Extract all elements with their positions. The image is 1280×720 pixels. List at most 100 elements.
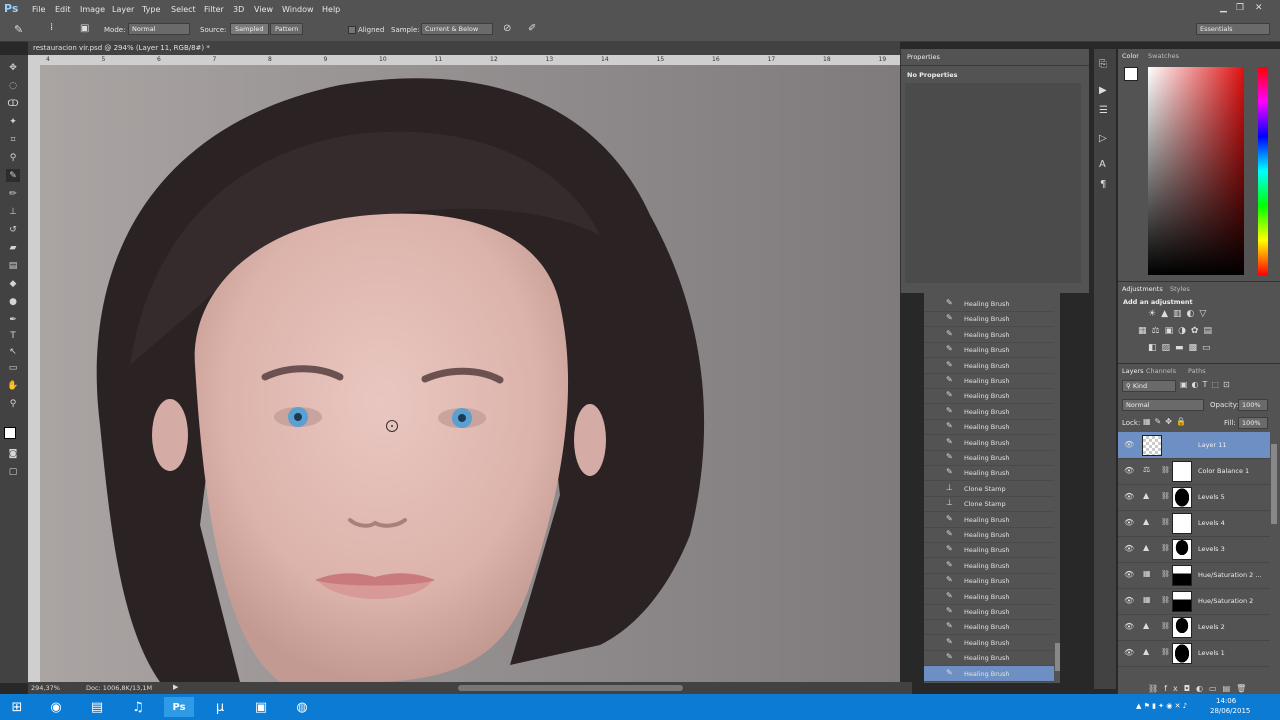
utorrent-icon[interactable]: µ [205, 697, 235, 717]
hue-slider[interactable] [1258, 67, 1268, 275]
history-item[interactable]: ⊥ Clone Stamp [924, 496, 1054, 513]
layer-thumbnail[interactable] [1172, 617, 1192, 638]
layer-thumbnail[interactable] [1172, 513, 1192, 534]
layer-row[interactable]: 👁 ⚖ ⛓ Color Balance 1 [1118, 458, 1270, 485]
layer-thumbnail[interactable] [1172, 461, 1192, 482]
adjustments-tab[interactable]: Adjustments [1122, 285, 1163, 293]
history-item[interactable]: ✎ Healing Brush [924, 558, 1054, 574]
visibility-eye-icon[interactable]: 👁 [1124, 596, 1134, 605]
character-panel-icon[interactable]: A [1099, 159, 1106, 170]
history-item[interactable]: ✎ Healing Brush [924, 589, 1054, 605]
lock-icons[interactable]: ▦✎✥🔒 [1143, 417, 1190, 426]
gradient-tool-icon[interactable]: ▤ [6, 259, 20, 272]
play-icon[interactable]: ▷ [1099, 133, 1107, 144]
fg-color-swatch[interactable] [1124, 67, 1138, 81]
network-drive-icon[interactable]: ▣ [246, 697, 276, 717]
layers-footer-icons[interactable]: ⛓fx◘◐▭▤🗑 [1148, 684, 1252, 693]
history-item[interactable]: ✎ Healing Brush [924, 296, 1054, 312]
history-brush-tool-icon[interactable]: ↺ [6, 223, 20, 236]
healing-brush-icon[interactable]: ✎ [14, 23, 23, 36]
history-item[interactable]: ✎ Healing Brush [924, 465, 1054, 482]
history-item[interactable]: ✎ Healing Brush [924, 604, 1054, 620]
history-item[interactable]: ✎ Healing Brush [924, 419, 1054, 436]
layer-row[interactable]: 👁 ▲ ⛓ Levels 4 [1118, 510, 1270, 537]
visibility-eye-icon[interactable]: 👁 [1124, 440, 1134, 449]
menu-filter[interactable]: Filter [204, 5, 224, 14]
layer-row[interactable]: 👁 ▲ ⛓ Levels 5 [1118, 484, 1270, 511]
screen-mode-icon[interactable]: ▢ [6, 465, 20, 478]
document-canvas[interactable] [40, 65, 900, 682]
document-tab[interactable]: restauracion vir.psd @ 294% (Layer 11, R… [28, 41, 900, 55]
photoshop-icon[interactable]: Ps [164, 697, 194, 717]
history-item[interactable]: ✎ Healing Brush [924, 635, 1054, 651]
history-item[interactable]: ✎ Healing Brush [924, 527, 1054, 543]
source-sampled-button[interactable]: Sampled [230, 23, 269, 35]
layer-thumbnail[interactable] [1172, 487, 1192, 508]
layer-filter-kind[interactable]: ⚲ Kind [1122, 380, 1176, 392]
history-item[interactable]: ⊥ Clone Stamp [924, 481, 1054, 497]
adjustment-icons-row1[interactable]: ☀▲▥◐▽ [1148, 309, 1211, 319]
mask-link-icon[interactable]: ⛓ [1161, 622, 1170, 630]
mask-link-icon[interactable]: ⛓ [1161, 570, 1170, 578]
lasso-tool-icon[interactable]: ↀ [6, 97, 20, 110]
menu-window[interactable]: Window [282, 5, 314, 14]
zoom-tool-icon[interactable]: ⚲ [6, 397, 20, 410]
pressure-icon[interactable]: ✐ [528, 23, 536, 34]
pen-tool-icon[interactable]: ✒ [6, 313, 20, 326]
menu-file[interactable]: File [32, 5, 45, 14]
properties-tab[interactable]: Properties [907, 53, 940, 61]
menu-layer[interactable]: Layer [112, 5, 134, 14]
menu-type[interactable]: Type [142, 5, 160, 14]
menu-edit[interactable]: Edit [55, 5, 71, 14]
aligned-checkbox[interactable] [348, 26, 356, 34]
adjustment-icons-row2[interactable]: ▦⚖▣◑✿▤ [1138, 326, 1217, 336]
layer-row[interactable]: 👁 ▦ ⛓ Hue/Saturation 2 ... [1118, 562, 1270, 589]
healing-brush-tool-icon[interactable]: ✎ [6, 169, 20, 182]
opacity-input[interactable]: 100% [1238, 399, 1268, 411]
mask-link-icon[interactable]: ⛓ [1161, 596, 1170, 604]
layer-thumbnail[interactable] [1172, 591, 1192, 612]
tray-icons[interactable]: ▲ ⚑ ▮ ✦ ◉ ✕ ♪ [1136, 702, 1187, 710]
close-icon[interactable]: ✕ [1255, 3, 1263, 13]
move-tool-icon[interactable]: ✥ [6, 61, 20, 74]
chrome-icon[interactable]: ◉ [41, 697, 71, 717]
minimize-icon[interactable]: ▁ [1220, 3, 1227, 13]
history-item[interactable]: ✎ Healing Brush [924, 358, 1054, 374]
status-menu-icon[interactable]: ▶ [173, 683, 178, 691]
mask-link-icon[interactable]: ⛓ [1161, 544, 1170, 552]
clock-time[interactable]: 14:06 [1216, 697, 1236, 705]
history-item[interactable]: ✎ Healing Brush [924, 327, 1054, 343]
marquee-tool-icon[interactable]: ◌ [6, 79, 20, 92]
clock-date[interactable]: 28/06/2015 [1210, 707, 1250, 715]
shape-tool-icon[interactable]: ▭ [6, 361, 20, 374]
path-select-tool-icon[interactable]: ↖ [6, 345, 20, 358]
brush-tool-icon[interactable]: ✏ [6, 187, 20, 200]
layer-filter-icons[interactable]: ▣◐T⬚⊡ [1180, 380, 1234, 389]
actions-panel-icon[interactable]: ▶ [1099, 85, 1107, 96]
eraser-tool-icon[interactable]: ▰ [6, 241, 20, 254]
color-tab[interactable]: Color [1122, 52, 1139, 60]
spotify-icon[interactable]: ♫ [123, 697, 153, 717]
adjustment-icons-row3[interactable]: ◧▨▬▩▭ [1148, 343, 1216, 353]
menu-3d[interactable]: 3D [233, 5, 244, 14]
dodge-tool-icon[interactable]: ● [6, 295, 20, 308]
history-panel-icon[interactable]: ⎘ [1099, 59, 1107, 70]
color-field[interactable] [1148, 67, 1244, 275]
zoom-level[interactable]: 294,37% [31, 684, 60, 692]
visibility-eye-icon[interactable]: 👁 [1124, 492, 1134, 501]
quick-select-tool-icon[interactable]: ✦ [6, 115, 20, 128]
visibility-eye-icon[interactable]: 👁 [1124, 648, 1134, 657]
visibility-eye-icon[interactable]: 👁 [1124, 544, 1134, 553]
visibility-eye-icon[interactable]: 👁 [1124, 518, 1134, 527]
paths-tab[interactable]: Paths [1188, 367, 1206, 375]
history-item[interactable]: ✎ Healing Brush [924, 388, 1054, 405]
restore-icon[interactable]: ❐ [1236, 3, 1244, 13]
hand-tool-icon[interactable]: ✋ [6, 379, 20, 392]
history-item[interactable]: ✎ Healing Brush [924, 512, 1054, 528]
sample-select[interactable]: Current & Below [421, 23, 493, 35]
clone-stamp-tool-icon[interactable]: ⊥ [6, 205, 20, 218]
file-explorer-icon[interactable]: ▤ [82, 697, 112, 717]
mode-select[interactable]: Normal [128, 23, 190, 35]
layer-thumbnail[interactable] [1172, 565, 1192, 586]
swatches-tab[interactable]: Swatches [1148, 52, 1179, 60]
